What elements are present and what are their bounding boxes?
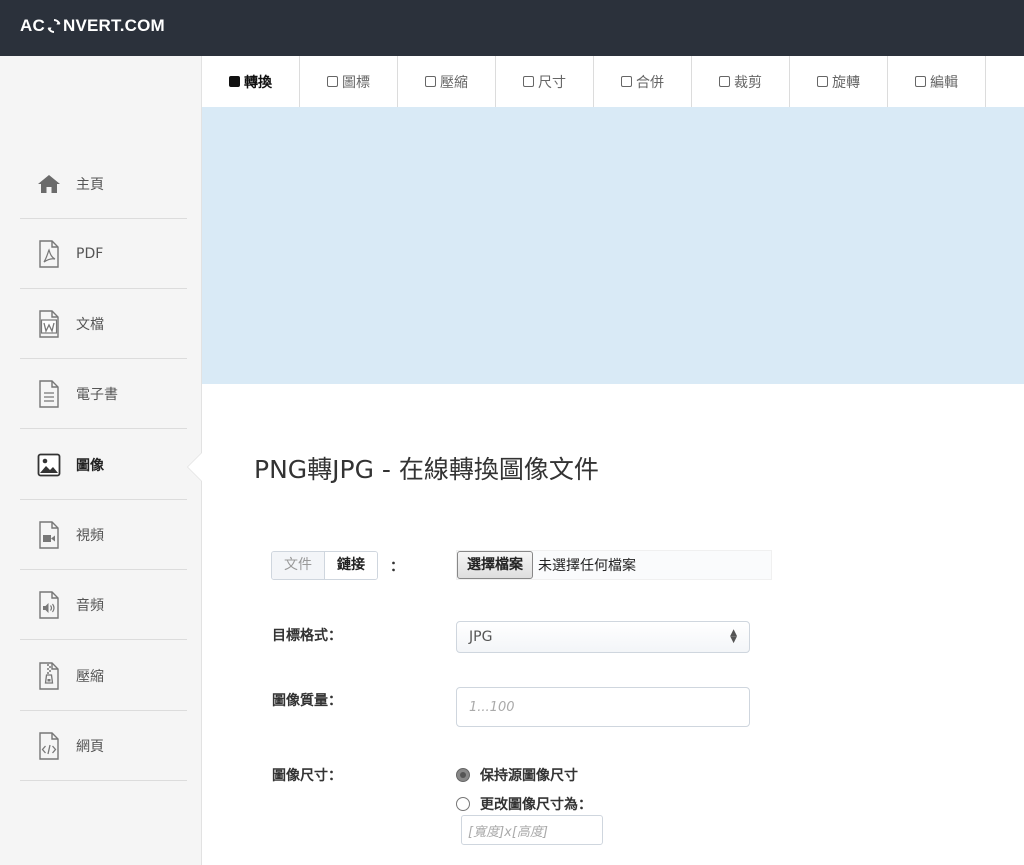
tab-label: 尺寸 xyxy=(538,74,566,91)
sidebar-item-video[interactable]: 視頻 xyxy=(20,500,187,570)
file-input: 選擇檔案 未選擇任何檔案 xyxy=(456,550,772,580)
quality-label: 圖像質量： xyxy=(272,693,342,709)
sidebar: 主頁 PDF 文檔 電子書 圖像 視頻 音頻 壓縮 網頁 xyxy=(0,56,202,865)
select-arrows-icon: ▲ ▼ xyxy=(730,628,737,645)
target-format-label: 目標格式： xyxy=(272,628,342,644)
tab-label: 圖標 xyxy=(342,74,370,91)
tab-icon[interactable]: 圖標 xyxy=(300,56,398,107)
convert-swirl-icon xyxy=(47,19,61,33)
quality-placeholder: 1...100 xyxy=(469,699,515,715)
video-file-icon xyxy=(36,520,62,550)
checkbox-icon xyxy=(719,76,730,87)
source-colon: ： xyxy=(390,559,404,575)
sidebar-item-webpage[interactable]: 網頁 xyxy=(20,711,187,781)
checkbox-icon xyxy=(523,76,534,87)
page-title: PNG轉JPG - 在線轉換圖像文件 xyxy=(254,455,599,484)
file-status: 未選擇任何檔案 xyxy=(538,558,636,574)
target-format-value: JPG xyxy=(469,629,493,645)
checkbox-icon xyxy=(817,76,828,87)
tab-label: 轉換 xyxy=(244,74,272,91)
tab-convert[interactable]: 轉換 xyxy=(202,56,300,107)
size-change-label: 更改圖像尺寸為： xyxy=(480,797,592,813)
active-item-pointer xyxy=(188,453,202,481)
code-file-icon xyxy=(36,731,62,761)
sidebar-item-home[interactable]: 主頁 xyxy=(20,149,187,219)
size-change-option[interactable]: 更改圖像尺寸為： xyxy=(456,794,592,814)
site-logo[interactable]: AC NVERT.COM xyxy=(20,16,165,36)
tab-label: 合併 xyxy=(636,74,664,91)
source-toggle: 文件 鏈接 xyxy=(271,551,378,580)
tab-edit[interactable]: 編輯 xyxy=(888,56,986,107)
ebook-file-icon xyxy=(36,379,62,409)
checkbox-icon xyxy=(327,76,338,87)
pdf-file-icon xyxy=(36,239,62,269)
sidebar-item-label: 音頻 xyxy=(76,597,104,614)
dimensions-placeholder: [寬度]x[高度] xyxy=(468,824,548,840)
tab-merge[interactable]: 合併 xyxy=(594,56,692,107)
checkbox-icon xyxy=(621,76,632,87)
home-icon xyxy=(36,169,62,199)
sidebar-item-label: 文檔 xyxy=(76,316,104,333)
target-format-select[interactable]: JPG ▲ ▼ xyxy=(456,621,750,653)
checkbox-icon xyxy=(229,76,240,87)
logo-text-left: AC xyxy=(20,16,45,35)
dimensions-input[interactable]: [寬度]x[高度] xyxy=(461,815,603,845)
size-keep-option[interactable]: 保持源圖像尺寸 xyxy=(456,765,578,785)
audio-file-icon xyxy=(36,590,62,620)
choose-file-button[interactable]: 選擇檔案 xyxy=(457,551,533,579)
tab-crop[interactable]: 裁剪 xyxy=(692,56,790,107)
sidebar-item-document[interactable]: 文檔 xyxy=(20,289,187,359)
sidebar-item-archive[interactable]: 壓縮 xyxy=(20,641,187,711)
checkbox-icon xyxy=(915,76,926,87)
sidebar-item-image[interactable]: 圖像 xyxy=(20,430,187,500)
source-file-option[interactable]: 文件 xyxy=(272,552,324,579)
radio-icon[interactable] xyxy=(456,797,470,811)
size-keep-label: 保持源圖像尺寸 xyxy=(480,768,578,784)
logo-text-right: NVERT.COM xyxy=(62,16,165,35)
size-label: 圖像尺寸： xyxy=(272,768,342,784)
tab-label: 壓縮 xyxy=(440,74,468,91)
radio-selected-icon[interactable] xyxy=(456,768,470,782)
quality-input[interactable]: 1...100 xyxy=(456,687,750,727)
image-file-icon xyxy=(36,450,62,480)
source-link-option[interactable]: 鏈接 xyxy=(324,552,377,579)
sidebar-item-label: 壓縮 xyxy=(76,668,104,685)
ad-banner xyxy=(202,107,1024,384)
word-file-icon xyxy=(36,309,62,339)
tab-label: 旋轉 xyxy=(832,74,860,91)
top-bar: AC NVERT.COM xyxy=(0,0,1024,56)
archive-file-icon xyxy=(36,661,62,691)
tab-rotate[interactable]: 旋轉 xyxy=(790,56,888,107)
tab-label: 編輯 xyxy=(930,74,958,91)
sidebar-item-ebook[interactable]: 電子書 xyxy=(20,359,187,429)
tab-resize[interactable]: 尺寸 xyxy=(496,56,594,107)
sidebar-item-label: PDF xyxy=(76,245,104,262)
tab-compress[interactable]: 壓縮 xyxy=(398,56,496,107)
tab-label: 裁剪 xyxy=(734,74,762,91)
sidebar-item-label: 電子書 xyxy=(76,386,118,403)
checkbox-icon xyxy=(425,76,436,87)
sidebar-item-pdf[interactable]: PDF xyxy=(20,219,187,289)
tool-tabs: 轉換 圖標 壓縮 尺寸 合併 裁剪 旋轉 編輯 xyxy=(202,56,986,107)
sidebar-item-label: 網頁 xyxy=(76,738,104,755)
sidebar-item-label: 圖像 xyxy=(76,457,104,474)
sidebar-item-audio[interactable]: 音頻 xyxy=(20,570,187,640)
sidebar-item-label: 視頻 xyxy=(76,527,104,544)
sidebar-item-label: 主頁 xyxy=(76,176,104,193)
